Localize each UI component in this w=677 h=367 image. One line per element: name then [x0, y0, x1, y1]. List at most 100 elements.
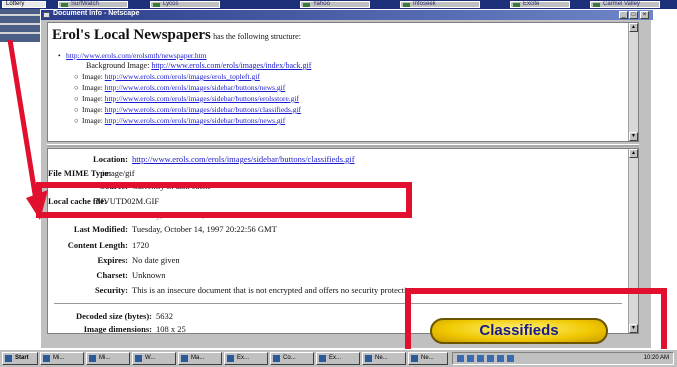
- close-button[interactable]: ×: [640, 11, 649, 19]
- last-modified-value: Tuesday, October 14, 1997 20:22:56 GMT: [132, 224, 277, 234]
- start-label: Start: [15, 355, 29, 361]
- charset-row: Charset: Unknown: [48, 270, 166, 280]
- scroll-up-icon[interactable]: ▲: [629, 149, 638, 158]
- window-edge-stripe: [0, 32, 40, 34]
- structure-scrollbar[interactable]: ▲ ▼: [628, 23, 638, 141]
- toolbar-button-carmel-valley[interactable]: Carmel Valley: [590, 1, 660, 8]
- taskbar-item[interactable]: Ma...: [178, 352, 222, 365]
- mime-value: image/gif: [102, 168, 135, 178]
- image-list-item: ○ Image: http://www.erols.com/erols/image…: [74, 116, 285, 125]
- image-link[interactable]: http://www.erols.com/erols/images/sideba…: [105, 83, 286, 92]
- pane-splitter[interactable]: [47, 144, 639, 147]
- app-icon: [43, 355, 50, 362]
- security-row: Security: This is an insecure document th…: [48, 285, 417, 295]
- toolbar-icon: [403, 3, 410, 7]
- top-toolbar-strip: Lottery SurfWatch Lycos Yahoo Infoseek E…: [0, 0, 677, 9]
- app-icon: [227, 355, 234, 362]
- tray-icon[interactable]: [487, 355, 494, 362]
- app-icon: [411, 355, 418, 362]
- start-button[interactable]: Start: [2, 352, 38, 365]
- toolbar-icon: [303, 3, 310, 7]
- charset-label: Charset:: [96, 270, 128, 280]
- taskbar: Start Mi... Mi... W... Ma... Ex... Co...…: [0, 349, 677, 367]
- image-link[interactable]: http://www.erols.com/erols/images/sideba…: [105, 94, 299, 103]
- security-label: Security:: [94, 285, 128, 295]
- taskbar-item-label: Ma...: [191, 355, 205, 361]
- taskbar-item[interactable]: Ex...: [316, 352, 360, 365]
- minimize-button[interactable]: _: [619, 11, 628, 19]
- taskbar-item[interactable]: Mi...: [40, 352, 84, 365]
- image-dimensions-label: Image dimensions:: [83, 324, 152, 334]
- tray-icon[interactable]: [467, 355, 474, 362]
- taskbar-item[interactable]: Ne...: [408, 352, 448, 365]
- window-edge-stripe: [0, 23, 40, 25]
- tray-icon[interactable]: [497, 355, 504, 362]
- window-edge-stripe: [0, 14, 40, 16]
- image-list-item: ○ Image: http://www.erols.com/erols/image…: [74, 83, 285, 92]
- toolbar-button-surfwatch[interactable]: SurfWatch: [58, 1, 128, 8]
- toolbar-button-label: SurfWatch: [71, 1, 99, 7]
- background-window-edge: [0, 9, 40, 42]
- toolbar-button-yahoo[interactable]: Yahoo: [300, 1, 370, 8]
- image-link[interactable]: http://www.erols.com/erols/images/erols_…: [105, 72, 260, 81]
- toolbar-icon: [593, 3, 600, 7]
- toolbar-button-lycos[interactable]: Lycos: [150, 1, 220, 8]
- page-title-subtitle: has the following structure:: [213, 32, 301, 41]
- tray-icon[interactable]: [457, 355, 464, 362]
- toolbar-button-lottery[interactable]: Lottery: [2, 1, 46, 8]
- taskbar-item-label: Ex...: [237, 355, 250, 361]
- taskbar-item[interactable]: Ex...: [224, 352, 268, 365]
- image-list-item: ○ Image: http://www.erols.com/erols/image…: [74, 105, 301, 114]
- toolbar-button-excite[interactable]: Excite: [510, 1, 570, 8]
- toolbar-button-label: Lycos: [163, 1, 179, 7]
- toolbar-icon: [513, 3, 520, 7]
- maximize-button[interactable]: □: [629, 11, 638, 19]
- image-dimensions-row: Image dimensions: 108 x 25: [48, 324, 186, 334]
- taskbar-item[interactable]: Ne...: [362, 352, 406, 365]
- expires-label: Expires:: [97, 255, 128, 265]
- toolbar-button-label: Excite: [523, 1, 540, 7]
- decoded-size-row: Decoded size (bytes): 5632: [48, 311, 173, 321]
- image-dimensions-value: 108 x 25: [156, 324, 186, 334]
- window-system-icon[interactable]: [43, 12, 50, 18]
- tray-icon[interactable]: [477, 355, 484, 362]
- taskbar-item-label: Co...: [283, 355, 296, 361]
- toolbar-button-infoseek[interactable]: Infoseek: [400, 1, 480, 8]
- system-tray: 10:20 AM: [452, 352, 674, 365]
- window-titlebar[interactable]: Document Info - Netscape _ □ ×: [41, 10, 653, 20]
- tray-icon[interactable]: [507, 355, 514, 362]
- charset-value: Unknown: [132, 270, 166, 280]
- taskbar-item[interactable]: Mi...: [86, 352, 130, 365]
- background-image-item: Background Image: http://www.erols.com/e…: [86, 61, 311, 70]
- background-image-link[interactable]: http://www.erols.com/erols/images/index/…: [151, 61, 311, 70]
- location-value[interactable]: http://www.erols.com/erols/images/sideba…: [132, 154, 355, 164]
- classifieds-button[interactable]: Classifieds: [430, 318, 608, 344]
- red-arrow-icon: [7, 40, 48, 220]
- window-title: Document Info - Netscape: [53, 10, 140, 17]
- decoded-size-label: Decoded size (bytes):: [75, 311, 152, 321]
- taskbar-item-label: Mi...: [99, 355, 111, 361]
- image-list-item: ○ Image: http://www.erols.com/erols/image…: [74, 94, 299, 103]
- app-icon: [273, 355, 280, 362]
- taskbar-item-label: Ne...: [375, 355, 388, 361]
- image-list-item: ○ Image: http://www.erols.com/erols/image…: [74, 72, 260, 81]
- clock[interactable]: 10:20 AM: [644, 353, 669, 364]
- toolbar-button-label: Infoseek: [413, 1, 436, 7]
- image-link[interactable]: http://www.erols.com/erols/images/sideba…: [105, 116, 286, 125]
- windows-logo-icon: [5, 355, 12, 362]
- taskbar-item[interactable]: W...: [132, 352, 176, 365]
- image-link[interactable]: http://www.erols.com/erols/images/sideba…: [105, 105, 301, 114]
- scroll-up-icon[interactable]: ▲: [629, 23, 638, 32]
- app-icon: [181, 355, 188, 362]
- toolbar-icon: [61, 3, 68, 7]
- taskbar-item[interactable]: Co...: [270, 352, 314, 365]
- toolbar-icon: [153, 3, 160, 7]
- toolbar-button-label: Yahoo: [313, 1, 330, 7]
- toolbar-button-label: Lottery: [6, 1, 25, 7]
- app-icon: [135, 355, 142, 362]
- structure-pane[interactable]: Erol's Local Newspapers has the followin…: [47, 22, 639, 142]
- decoded-size-value: 5632: [156, 311, 173, 321]
- toolbar-button-label: Carmel Valley: [603, 1, 640, 7]
- scroll-down-icon[interactable]: ▼: [629, 132, 638, 141]
- app-icon: [319, 355, 326, 362]
